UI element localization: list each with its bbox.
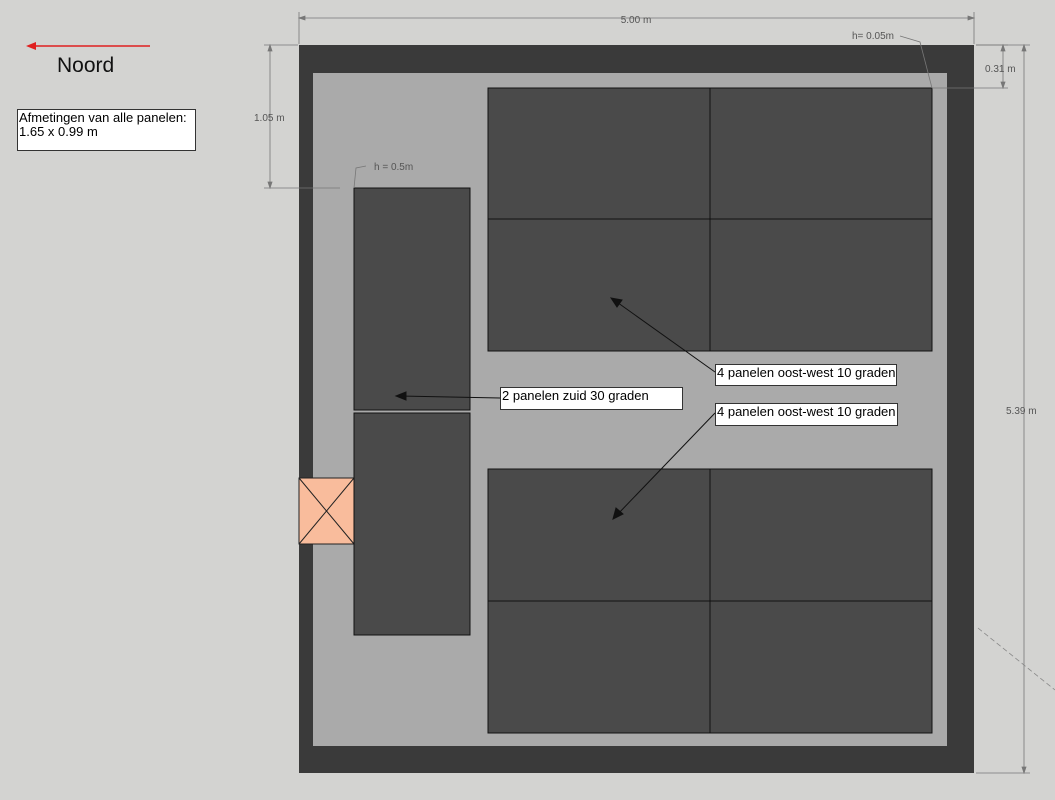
solar-panel (487, 600, 711, 734)
east-west-panel-group-top (487, 87, 933, 352)
north-arrow-icon (26, 42, 150, 50)
label-east-west-bottom-text: 4 panelen oost-west 10 graden (717, 404, 896, 419)
label-south-panels: 2 panelen zuid 30 graden (500, 387, 683, 410)
dimension-edge-width-label: 0.31 m (985, 64, 1016, 75)
label-east-west-top-text: 4 panelen oost-west 10 graden (717, 365, 896, 380)
north-label: Noord (57, 54, 115, 77)
guide-line (977, 627, 1055, 691)
solar-panel (353, 412, 471, 636)
solar-panel (487, 218, 711, 352)
panel-dimensions-note: Afmetingen van alle panelen: 1.65 x 0.99… (17, 109, 196, 151)
dimension-width-label: 5.00 m (621, 15, 652, 26)
dimension-edge-offset-label: 1.05 m (254, 113, 285, 124)
solar-panel (487, 87, 711, 220)
solar-panel (709, 468, 933, 602)
solar-panel (709, 600, 933, 734)
south-height-label: h = 0.5m (374, 162, 413, 173)
label-east-west-top: 4 panelen oost-west 10 graden (715, 364, 897, 386)
label-east-west-bottom: 4 panelen oost-west 10 graden (715, 403, 898, 426)
solar-panel (709, 87, 933, 220)
solar-panel (709, 218, 933, 352)
panel-dimensions-value: 1.65 x 0.99 m (19, 124, 98, 139)
solar-panel (487, 468, 711, 602)
edge-height-label: h= 0.05m (852, 31, 894, 42)
dimension-height-label: 5.39 m (1006, 406, 1037, 417)
roof-hatch (298, 477, 355, 545)
east-west-panel-group-bottom (487, 468, 933, 734)
solar-panel (353, 187, 471, 411)
label-south-panels-text: 2 panelen zuid 30 graden (502, 388, 649, 403)
panel-dimensions-title: Afmetingen van alle panelen: (19, 110, 187, 125)
